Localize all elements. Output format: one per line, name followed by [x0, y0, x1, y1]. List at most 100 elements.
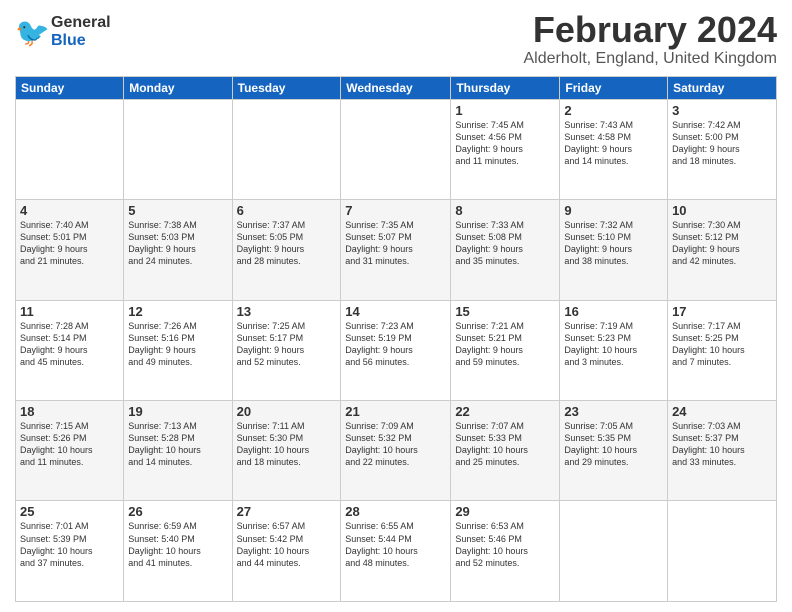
- calendar-cell: 25Sunrise: 7:01 AM Sunset: 5:39 PM Dayli…: [16, 501, 124, 602]
- day-info: Sunrise: 7:21 AM Sunset: 5:21 PM Dayligh…: [455, 320, 555, 369]
- calendar-cell: 8Sunrise: 7:33 AM Sunset: 5:08 PM Daylig…: [451, 200, 560, 300]
- calendar-header-row: SundayMondayTuesdayWednesdayThursdayFrid…: [16, 76, 777, 99]
- calendar-cell: 13Sunrise: 7:25 AM Sunset: 5:17 PM Dayli…: [232, 300, 341, 400]
- day-number: 7: [345, 203, 446, 218]
- calendar-week-2: 4Sunrise: 7:40 AM Sunset: 5:01 PM Daylig…: [16, 200, 777, 300]
- logo-bird-icon: 🐦: [15, 14, 51, 50]
- day-info: Sunrise: 6:59 AM Sunset: 5:40 PM Dayligh…: [128, 520, 227, 569]
- day-number: 4: [20, 203, 119, 218]
- title-block: February 2024 Alderholt, England, United…: [524, 10, 778, 68]
- day-number: 13: [237, 304, 337, 319]
- day-number: 22: [455, 404, 555, 419]
- day-number: 18: [20, 404, 119, 419]
- day-number: 5: [128, 203, 227, 218]
- logo: 🐦 General Blue: [15, 14, 111, 50]
- day-number: 3: [672, 103, 772, 118]
- calendar-cell: 18Sunrise: 7:15 AM Sunset: 5:26 PM Dayli…: [16, 401, 124, 501]
- day-info: Sunrise: 6:55 AM Sunset: 5:44 PM Dayligh…: [345, 520, 446, 569]
- calendar-cell: 23Sunrise: 7:05 AM Sunset: 5:35 PM Dayli…: [560, 401, 668, 501]
- logo-blue: Blue: [51, 32, 111, 50]
- calendar-cell: 3Sunrise: 7:42 AM Sunset: 5:00 PM Daylig…: [668, 99, 777, 199]
- day-number: 28: [345, 504, 446, 519]
- weekday-header-wednesday: Wednesday: [341, 76, 451, 99]
- day-number: 19: [128, 404, 227, 419]
- day-info: Sunrise: 7:09 AM Sunset: 5:32 PM Dayligh…: [345, 420, 446, 469]
- calendar-cell: 21Sunrise: 7:09 AM Sunset: 5:32 PM Dayli…: [341, 401, 451, 501]
- calendar-cell: 26Sunrise: 6:59 AM Sunset: 5:40 PM Dayli…: [124, 501, 232, 602]
- day-number: 23: [564, 404, 663, 419]
- weekday-header-tuesday: Tuesday: [232, 76, 341, 99]
- calendar-cell: [124, 99, 232, 199]
- day-info: Sunrise: 7:32 AM Sunset: 5:10 PM Dayligh…: [564, 219, 663, 268]
- day-info: Sunrise: 7:30 AM Sunset: 5:12 PM Dayligh…: [672, 219, 772, 268]
- calendar-cell: [560, 501, 668, 602]
- calendar-week-4: 18Sunrise: 7:15 AM Sunset: 5:26 PM Dayli…: [16, 401, 777, 501]
- calendar-table: SundayMondayTuesdayWednesdayThursdayFrid…: [15, 76, 777, 602]
- day-info: Sunrise: 7:13 AM Sunset: 5:28 PM Dayligh…: [128, 420, 227, 469]
- day-info: Sunrise: 7:05 AM Sunset: 5:35 PM Dayligh…: [564, 420, 663, 469]
- day-info: Sunrise: 7:15 AM Sunset: 5:26 PM Dayligh…: [20, 420, 119, 469]
- weekday-header-friday: Friday: [560, 76, 668, 99]
- calendar-cell: [341, 99, 451, 199]
- day-info: Sunrise: 6:57 AM Sunset: 5:42 PM Dayligh…: [237, 520, 337, 569]
- calendar-cell: 4Sunrise: 7:40 AM Sunset: 5:01 PM Daylig…: [16, 200, 124, 300]
- day-number: 29: [455, 504, 555, 519]
- calendar-cell: 6Sunrise: 7:37 AM Sunset: 5:05 PM Daylig…: [232, 200, 341, 300]
- day-number: 1: [455, 103, 555, 118]
- page: 🐦 General Blue February 2024 Alderholt, …: [0, 0, 792, 612]
- day-info: Sunrise: 7:03 AM Sunset: 5:37 PM Dayligh…: [672, 420, 772, 469]
- day-info: Sunrise: 7:40 AM Sunset: 5:01 PM Dayligh…: [20, 219, 119, 268]
- day-number: 16: [564, 304, 663, 319]
- calendar-week-1: 1Sunrise: 7:45 AM Sunset: 4:56 PM Daylig…: [16, 99, 777, 199]
- day-info: Sunrise: 7:38 AM Sunset: 5:03 PM Dayligh…: [128, 219, 227, 268]
- day-number: 10: [672, 203, 772, 218]
- calendar-cell: 16Sunrise: 7:19 AM Sunset: 5:23 PM Dayli…: [560, 300, 668, 400]
- day-info: Sunrise: 7:25 AM Sunset: 5:17 PM Dayligh…: [237, 320, 337, 369]
- calendar-cell: 28Sunrise: 6:55 AM Sunset: 5:44 PM Dayli…: [341, 501, 451, 602]
- day-info: Sunrise: 7:17 AM Sunset: 5:25 PM Dayligh…: [672, 320, 772, 369]
- calendar-cell: 1Sunrise: 7:45 AM Sunset: 4:56 PM Daylig…: [451, 99, 560, 199]
- day-info: Sunrise: 7:35 AM Sunset: 5:07 PM Dayligh…: [345, 219, 446, 268]
- day-number: 9: [564, 203, 663, 218]
- day-number: 14: [345, 304, 446, 319]
- day-number: 17: [672, 304, 772, 319]
- day-info: Sunrise: 7:37 AM Sunset: 5:05 PM Dayligh…: [237, 219, 337, 268]
- day-number: 27: [237, 504, 337, 519]
- calendar-cell: 12Sunrise: 7:26 AM Sunset: 5:16 PM Dayli…: [124, 300, 232, 400]
- day-info: Sunrise: 7:45 AM Sunset: 4:56 PM Dayligh…: [455, 119, 555, 168]
- day-info: Sunrise: 7:19 AM Sunset: 5:23 PM Dayligh…: [564, 320, 663, 369]
- day-info: Sunrise: 7:43 AM Sunset: 4:58 PM Dayligh…: [564, 119, 663, 168]
- day-number: 8: [455, 203, 555, 218]
- calendar-cell: [16, 99, 124, 199]
- calendar-cell: 10Sunrise: 7:30 AM Sunset: 5:12 PM Dayli…: [668, 200, 777, 300]
- day-info: Sunrise: 7:11 AM Sunset: 5:30 PM Dayligh…: [237, 420, 337, 469]
- calendar-cell: 29Sunrise: 6:53 AM Sunset: 5:46 PM Dayli…: [451, 501, 560, 602]
- calendar-cell: 5Sunrise: 7:38 AM Sunset: 5:03 PM Daylig…: [124, 200, 232, 300]
- header: 🐦 General Blue February 2024 Alderholt, …: [15, 10, 777, 68]
- month-title: February 2024: [524, 10, 778, 50]
- svg-text:🐦: 🐦: [15, 17, 50, 48]
- weekday-header-monday: Monday: [124, 76, 232, 99]
- day-number: 20: [237, 404, 337, 419]
- day-number: 15: [455, 304, 555, 319]
- weekday-header-saturday: Saturday: [668, 76, 777, 99]
- day-info: Sunrise: 7:01 AM Sunset: 5:39 PM Dayligh…: [20, 520, 119, 569]
- calendar-cell: 27Sunrise: 6:57 AM Sunset: 5:42 PM Dayli…: [232, 501, 341, 602]
- day-number: 2: [564, 103, 663, 118]
- calendar-cell: 15Sunrise: 7:21 AM Sunset: 5:21 PM Dayli…: [451, 300, 560, 400]
- calendar-week-5: 25Sunrise: 7:01 AM Sunset: 5:39 PM Dayli…: [16, 501, 777, 602]
- calendar-cell: [668, 501, 777, 602]
- calendar-cell: 24Sunrise: 7:03 AM Sunset: 5:37 PM Dayli…: [668, 401, 777, 501]
- day-info: Sunrise: 7:23 AM Sunset: 5:19 PM Dayligh…: [345, 320, 446, 369]
- day-number: 12: [128, 304, 227, 319]
- calendar-cell: [232, 99, 341, 199]
- day-number: 25: [20, 504, 119, 519]
- day-info: Sunrise: 7:26 AM Sunset: 5:16 PM Dayligh…: [128, 320, 227, 369]
- day-number: 26: [128, 504, 227, 519]
- calendar-cell: 19Sunrise: 7:13 AM Sunset: 5:28 PM Dayli…: [124, 401, 232, 501]
- calendar-cell: 17Sunrise: 7:17 AM Sunset: 5:25 PM Dayli…: [668, 300, 777, 400]
- day-number: 24: [672, 404, 772, 419]
- day-info: Sunrise: 6:53 AM Sunset: 5:46 PM Dayligh…: [455, 520, 555, 569]
- weekday-header-sunday: Sunday: [16, 76, 124, 99]
- day-info: Sunrise: 7:07 AM Sunset: 5:33 PM Dayligh…: [455, 420, 555, 469]
